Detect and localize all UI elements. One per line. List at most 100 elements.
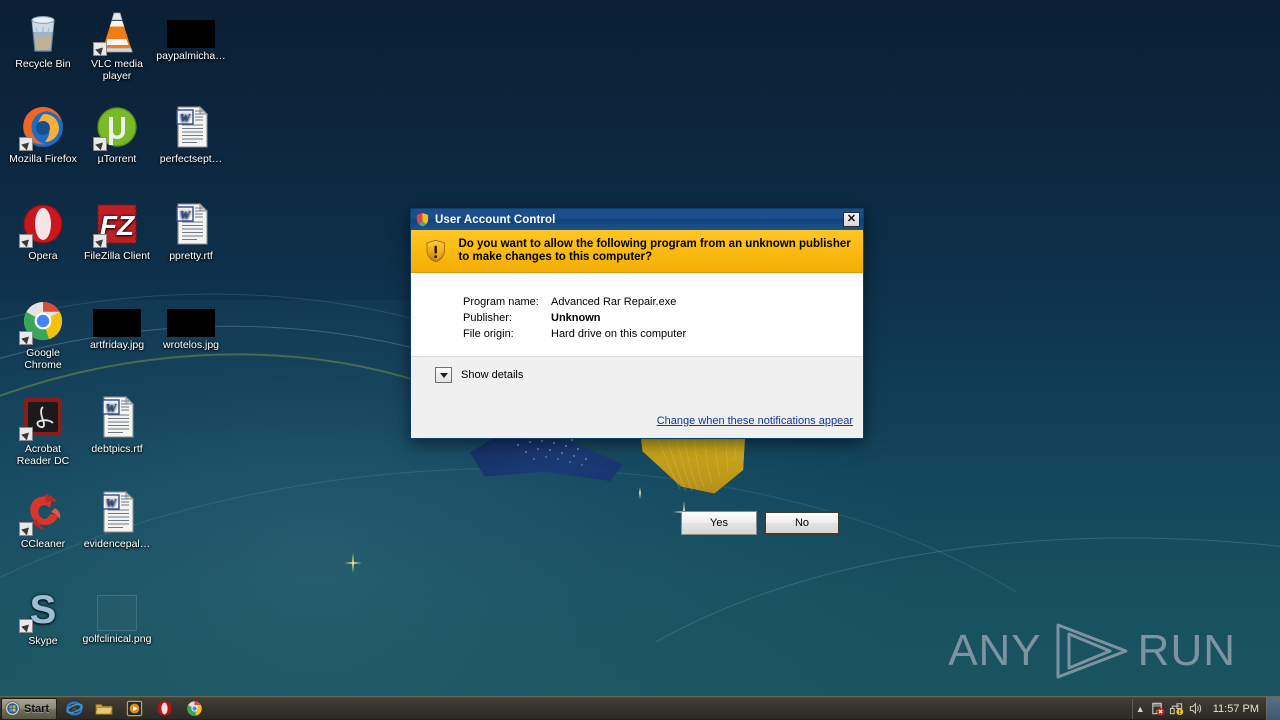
- dialog-titlebar[interactable]: User Account Control ✕: [411, 209, 863, 230]
- detail-row: File origin: Hard drive on this computer: [463, 327, 863, 342]
- shortcut-arrow-icon: [19, 427, 33, 441]
- svg-text:W: W: [106, 496, 118, 510]
- skype-icon: S: [19, 585, 67, 633]
- desktop-icon-label: Recycle Bin: [15, 59, 71, 70]
- desktop-icon-perfectsept-rtf[interactable]: Wperfectsept…: [154, 103, 228, 166]
- detail-key: Program name:: [463, 296, 539, 308]
- filezilla-icon: FZ: [93, 200, 141, 248]
- desktop-icon-utorrent[interactable]: µTorrent: [80, 103, 154, 166]
- svg-text:W: W: [106, 401, 118, 415]
- desktop-icon-label: wrotelos.jpg: [162, 340, 220, 351]
- start-button[interactable]: Start: [1, 697, 58, 720]
- desktop-icon-skype[interactable]: S Skype: [6, 585, 80, 648]
- shortcut-arrow-icon: [19, 522, 33, 536]
- desktop-icon-golfclinical-png[interactable]: golfclinical.png: [80, 585, 154, 646]
- word-doc-icon: W: [167, 200, 215, 248]
- dialog-banner: Do you want to allow the following progr…: [411, 230, 863, 273]
- desktop-icon-label: Acrobat Reader DC: [16, 444, 70, 467]
- taskbar-chrome-icon[interactable]: [181, 698, 207, 720]
- desktop[interactable]: Recycle Bin VLC media player paypalmicha……: [0, 0, 1280, 720]
- desktop-icon-label: µTorrent: [97, 154, 137, 165]
- volume-speaker-icon[interactable]: [1186, 699, 1205, 719]
- wallpaper-sparkle: [342, 552, 364, 574]
- vlc-icon: [93, 8, 141, 56]
- detail-row: Publisher: Unknown: [463, 311, 863, 326]
- desktop-icon-ccleaner[interactable]: CCleaner: [6, 488, 80, 551]
- shield-icon: [416, 212, 429, 227]
- acrobat-icon: [19, 393, 67, 441]
- play-triangle-icon: [1056, 623, 1128, 679]
- taskbar-opera-icon[interactable]: [151, 698, 177, 720]
- chevron-up-icon[interactable]: ▲: [1131, 698, 1148, 719]
- wallpaper-gold-sparkle: [634, 487, 646, 499]
- desktop-icon-paypalmicha-jpg[interactable]: paypalmicha…: [154, 8, 228, 63]
- desktop-icon-label: Google Chrome: [24, 348, 62, 371]
- desktop-icon-evidencepal-rtf[interactable]: Wevidencepal…: [80, 488, 154, 551]
- taskbar[interactable]: Start e ▲ 11:57 PM: [0, 696, 1280, 720]
- word-doc-icon: W: [167, 103, 215, 151]
- action-center-flag-icon[interactable]: [1148, 699, 1167, 719]
- taskbar-internet-explorer-icon[interactable]: e: [61, 698, 87, 720]
- desktop-icon-label: CCleaner: [20, 539, 66, 550]
- utorrent-icon: [93, 103, 141, 151]
- detail-key: File origin:: [463, 328, 514, 340]
- windows-orb-icon: [5, 701, 20, 716]
- desktop-icon-label: debtpics.rtf: [91, 444, 143, 455]
- show-details-label: Show details: [461, 369, 524, 381]
- desktop-icon-wrotelos-jpg[interactable]: wrotelos.jpg: [154, 297, 228, 352]
- shortcut-arrow-icon: [19, 331, 33, 345]
- detail-row: Program name: Advanced Rar Repair.exe: [463, 295, 863, 310]
- desktop-icon-label: VLC media player: [91, 59, 143, 82]
- desktop-icon-label: artfriday.jpg: [89, 340, 145, 351]
- watermark-run-text: RUN: [1137, 626, 1236, 675]
- desktop-icon-label: evidencepal…: [83, 539, 151, 550]
- yes-button[interactable]: Yes: [681, 511, 757, 535]
- desktop-icon-mozilla-firefox[interactable]: Mozilla Firefox: [6, 103, 80, 166]
- detail-value: Advanced Rar Repair.exe: [551, 296, 677, 308]
- shortcut-arrow-icon: [19, 234, 33, 248]
- taskbar-windows-media-player-icon[interactable]: [121, 698, 147, 720]
- change-notifications-link[interactable]: Change when these notifications appear: [657, 415, 853, 427]
- image-thumbnail: [93, 309, 141, 337]
- desktop-icon-label: golfclinical.png: [82, 634, 152, 645]
- user-account-control-dialog[interactable]: User Account Control ✕ Do you want to al…: [410, 208, 864, 535]
- watermark-any-text: ANY: [948, 626, 1042, 675]
- detail-key: Publisher:: [463, 312, 512, 324]
- svg-text:S: S: [30, 588, 57, 632]
- desktop-icon-recycle-bin[interactable]: Recycle Bin: [6, 8, 80, 71]
- desktop-icon-filezilla-client[interactable]: FZ FileZilla Client: [80, 200, 154, 263]
- detail-value: Unknown: [551, 312, 601, 324]
- desktop-icon-ppretty-rtf[interactable]: Wppretty.rtf: [154, 200, 228, 263]
- dialog-footer: Show details Yes No Change when these no…: [411, 356, 863, 535]
- desktop-icon-google-chrome[interactable]: Google Chrome: [6, 297, 80, 371]
- svg-text:W: W: [180, 208, 192, 222]
- no-button[interactable]: No: [764, 511, 840, 535]
- svg-text:W: W: [180, 111, 192, 125]
- taskbar-clock[interactable]: 11:57 PM: [1205, 703, 1266, 715]
- shortcut-arrow-icon: [93, 234, 107, 248]
- warning-shield-icon: [426, 239, 445, 263]
- desktop-icon-artfriday-jpg[interactable]: artfriday.jpg: [80, 297, 154, 352]
- chevron-down-icon[interactable]: [435, 367, 452, 383]
- system-tray[interactable]: ▲ 11:57 PM: [1131, 696, 1280, 720]
- desktop-icon-label: Mozilla Firefox: [9, 154, 77, 165]
- image-thumbnail: [97, 595, 137, 631]
- start-label: Start: [24, 702, 50, 715]
- desktop-icon-debtpics-rtf[interactable]: Wdebtpics.rtf: [80, 393, 154, 456]
- show-details-toggle[interactable]: Show details: [435, 367, 523, 383]
- svg-text:e: e: [72, 704, 77, 715]
- desktop-icon-opera[interactable]: Opera: [6, 200, 80, 263]
- image-thumbnail: [167, 309, 215, 337]
- shortcut-arrow-icon: [93, 42, 107, 56]
- desktop-icon-vlc-media-player[interactable]: VLC media player: [80, 8, 154, 82]
- desktop-icon-label: FileZilla Client: [84, 251, 150, 262]
- desktop-icon-acrobat-reader-dc[interactable]: Acrobat Reader DC: [6, 393, 80, 467]
- taskbar-windows-explorer-icon[interactable]: [91, 698, 117, 720]
- show-desktop-button[interactable]: [1266, 696, 1280, 720]
- network-icon[interactable]: [1167, 699, 1186, 719]
- close-icon[interactable]: ✕: [843, 212, 860, 227]
- image-thumbnail: [167, 20, 215, 48]
- shortcut-arrow-icon: [19, 619, 33, 633]
- word-doc-icon: W: [93, 488, 141, 536]
- wallpaper-swoosh: [0, 418, 1229, 720]
